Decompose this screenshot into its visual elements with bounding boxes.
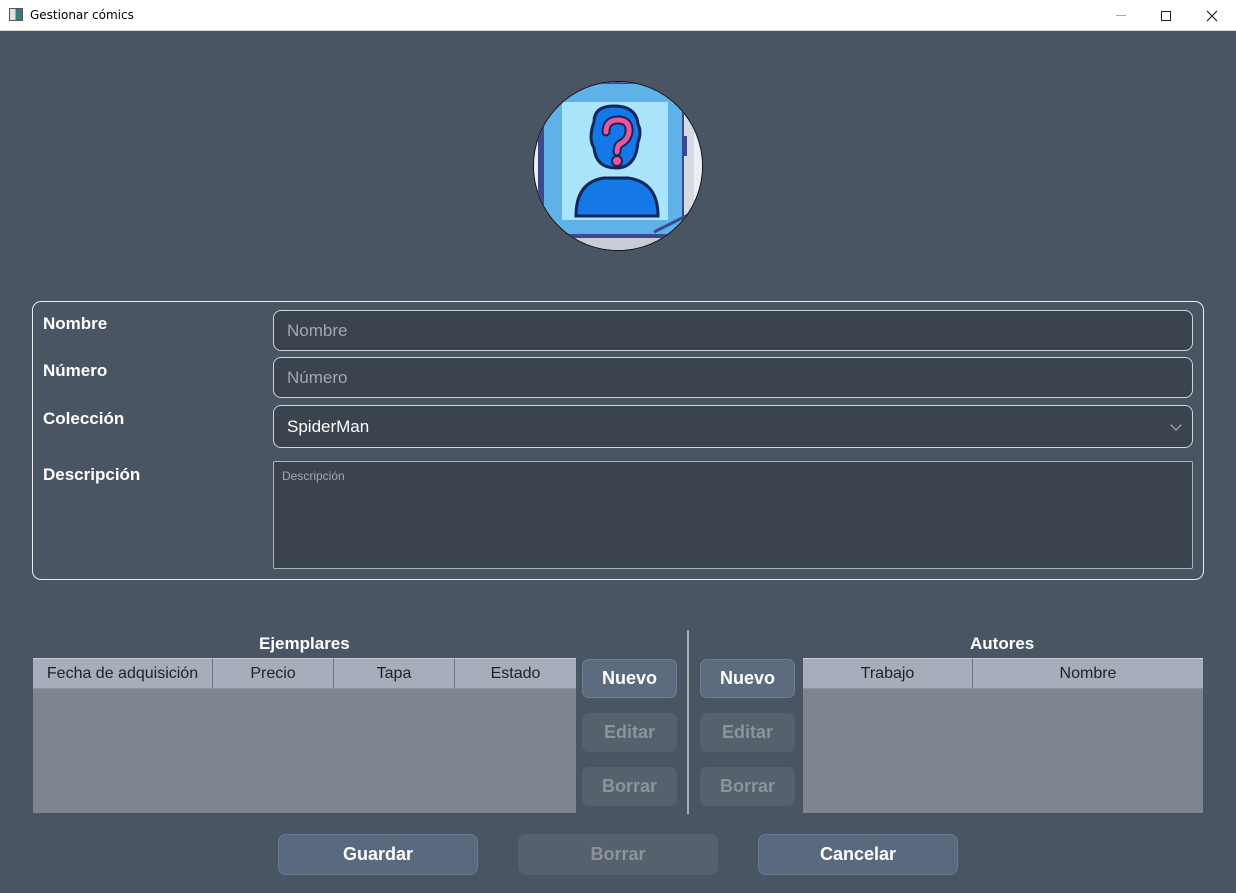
chevron-down-icon: [1170, 419, 1182, 431]
nombre-input[interactable]: Nombre: [273, 310, 1193, 351]
autores-table[interactable]: Trabajo Nombre: [803, 658, 1203, 813]
descripcion-label: Descripción: [43, 465, 141, 484]
close-icon: [1206, 10, 1218, 21]
minimize-button[interactable]: [1098, 0, 1144, 31]
maximize-button[interactable]: [1143, 0, 1189, 31]
autores-editar-button[interactable]: Editar: [700, 713, 795, 752]
ejemplares-table-header: Fecha de adquisición Precio Tapa Estado: [33, 658, 576, 689]
column-header-estado[interactable]: Estado: [455, 658, 576, 688]
numero-input[interactable]: Número: [273, 357, 1193, 398]
descripcion-placeholder: Descripción: [282, 469, 345, 483]
column-header-precio[interactable]: Precio: [213, 658, 334, 688]
column-header-fecha[interactable]: Fecha de adquisición: [33, 658, 213, 688]
title-bar: Gestionar cómics: [0, 0, 1236, 31]
comic-cover-image[interactable]: [533, 81, 703, 251]
column-header-trabajo[interactable]: Trabajo: [803, 658, 973, 688]
autores-borrar-button[interactable]: Borrar: [700, 767, 795, 806]
autores-title: Autores: [970, 634, 1035, 653]
nombre-placeholder: Nombre: [287, 320, 348, 340]
maximize-icon: [1161, 10, 1171, 21]
ejemplares-table[interactable]: Fecha de adquisición Precio Tapa Estado: [33, 658, 576, 813]
section-divider: [687, 630, 689, 814]
app-icon: [9, 8, 23, 21]
unknown-person-icon: [534, 82, 702, 250]
guardar-button[interactable]: Guardar: [278, 834, 478, 875]
window-title: Gestionar cómics: [30, 8, 134, 22]
cancelar-button[interactable]: Cancelar: [758, 834, 958, 875]
descripcion-textarea[interactable]: Descripción: [273, 461, 1193, 569]
comic-form: Nombre Nombre Número Número Colección Sp…: [32, 301, 1204, 580]
autores-table-header: Trabajo Nombre: [803, 658, 1203, 689]
ejemplares-title: Ejemplares: [259, 634, 350, 653]
numero-label: Número: [43, 361, 108, 380]
minimize-icon: [1116, 15, 1126, 16]
column-header-tapa[interactable]: Tapa: [334, 658, 455, 688]
autores-nuevo-button[interactable]: Nuevo: [700, 659, 795, 698]
numero-placeholder: Número: [287, 367, 348, 387]
close-button[interactable]: [1189, 0, 1235, 31]
borrar-button[interactable]: Borrar: [518, 834, 718, 875]
ejemplares-nuevo-button[interactable]: Nuevo: [582, 659, 677, 698]
coleccion-label: Colección: [43, 409, 125, 428]
coleccion-select[interactable]: SpiderMan: [273, 405, 1193, 448]
column-header-nombre[interactable]: Nombre: [973, 658, 1203, 688]
coleccion-value: SpiderMan: [287, 416, 370, 436]
ejemplares-borrar-button[interactable]: Borrar: [582, 767, 677, 806]
ejemplares-editar-button[interactable]: Editar: [582, 713, 677, 752]
nombre-label: Nombre: [43, 314, 108, 333]
